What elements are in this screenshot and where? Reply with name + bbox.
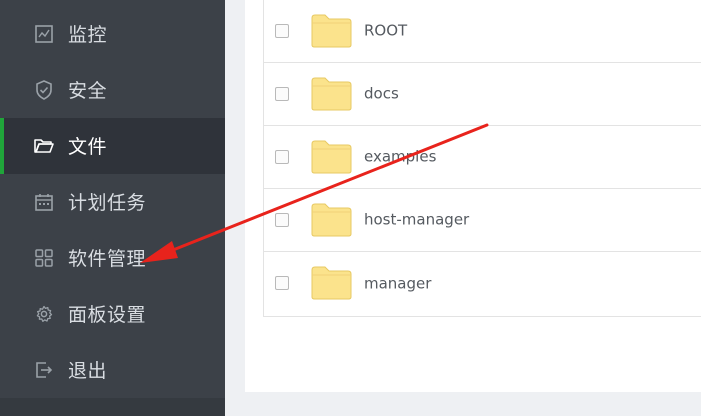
- sidebar-item-label: 计划任务: [68, 191, 147, 214]
- sidebar: 监控 安全 文件 计划任务 软件管理 面板设置 退出: [0, 0, 225, 416]
- monitor-icon: [34, 24, 54, 44]
- shield-icon: [34, 80, 54, 100]
- row-checkbox[interactable]: [275, 150, 289, 164]
- table-row[interactable]: docs: [264, 63, 701, 126]
- sidebar-item-label: 软件管理: [68, 247, 147, 270]
- row-checkbox[interactable]: [275, 276, 289, 290]
- sidebar-item-files[interactable]: 文件: [0, 118, 225, 174]
- sidebar-item-security[interactable]: 安全: [0, 62, 225, 118]
- folder-icon: [311, 203, 352, 237]
- table-row[interactable]: manager: [264, 252, 701, 315]
- sidebar-item-cron[interactable]: 计划任务: [0, 174, 225, 230]
- table-row[interactable]: host-manager: [264, 189, 701, 252]
- file-name[interactable]: host-manager: [364, 211, 469, 229]
- file-name[interactable]: manager: [364, 274, 431, 292]
- file-list: ROOT docs examples host-manager manager: [263, 0, 701, 317]
- folder-icon: [34, 136, 54, 156]
- sidebar-item-software[interactable]: 软件管理: [0, 230, 225, 286]
- table-row[interactable]: examples: [264, 126, 701, 189]
- sidebar-item-label: 安全: [68, 79, 108, 102]
- folder-icon: [311, 140, 352, 174]
- gear-icon: [34, 304, 54, 324]
- file-name[interactable]: examples: [364, 148, 436, 166]
- row-checkbox[interactable]: [275, 213, 289, 227]
- calendar-icon: [34, 192, 54, 212]
- active-indicator: [0, 118, 4, 174]
- sidebar-item-label: 面板设置: [68, 303, 147, 326]
- grid-icon: [34, 248, 54, 268]
- folder-icon: [311, 266, 352, 300]
- sidebar-item-logout[interactable]: 退出: [0, 342, 225, 398]
- table-row[interactable]: ROOT: [264, 0, 701, 63]
- sidebar-item-monitor[interactable]: 监控: [0, 6, 225, 62]
- sidebar-footer: [0, 398, 225, 416]
- sidebar-item-label: 监控: [68, 23, 108, 46]
- main-panel: ROOT docs examples host-manager manager: [245, 0, 701, 392]
- folder-icon: [311, 77, 352, 111]
- sidebar-item-settings[interactable]: 面板设置: [0, 286, 225, 342]
- folder-icon: [311, 14, 352, 48]
- sidebar-item-label: 文件: [68, 135, 108, 158]
- logout-icon: [34, 360, 54, 380]
- file-name[interactable]: docs: [364, 85, 399, 103]
- sidebar-item-label: 退出: [68, 359, 108, 382]
- row-checkbox[interactable]: [275, 87, 289, 101]
- file-name[interactable]: ROOT: [364, 22, 407, 40]
- row-checkbox[interactable]: [275, 24, 289, 38]
